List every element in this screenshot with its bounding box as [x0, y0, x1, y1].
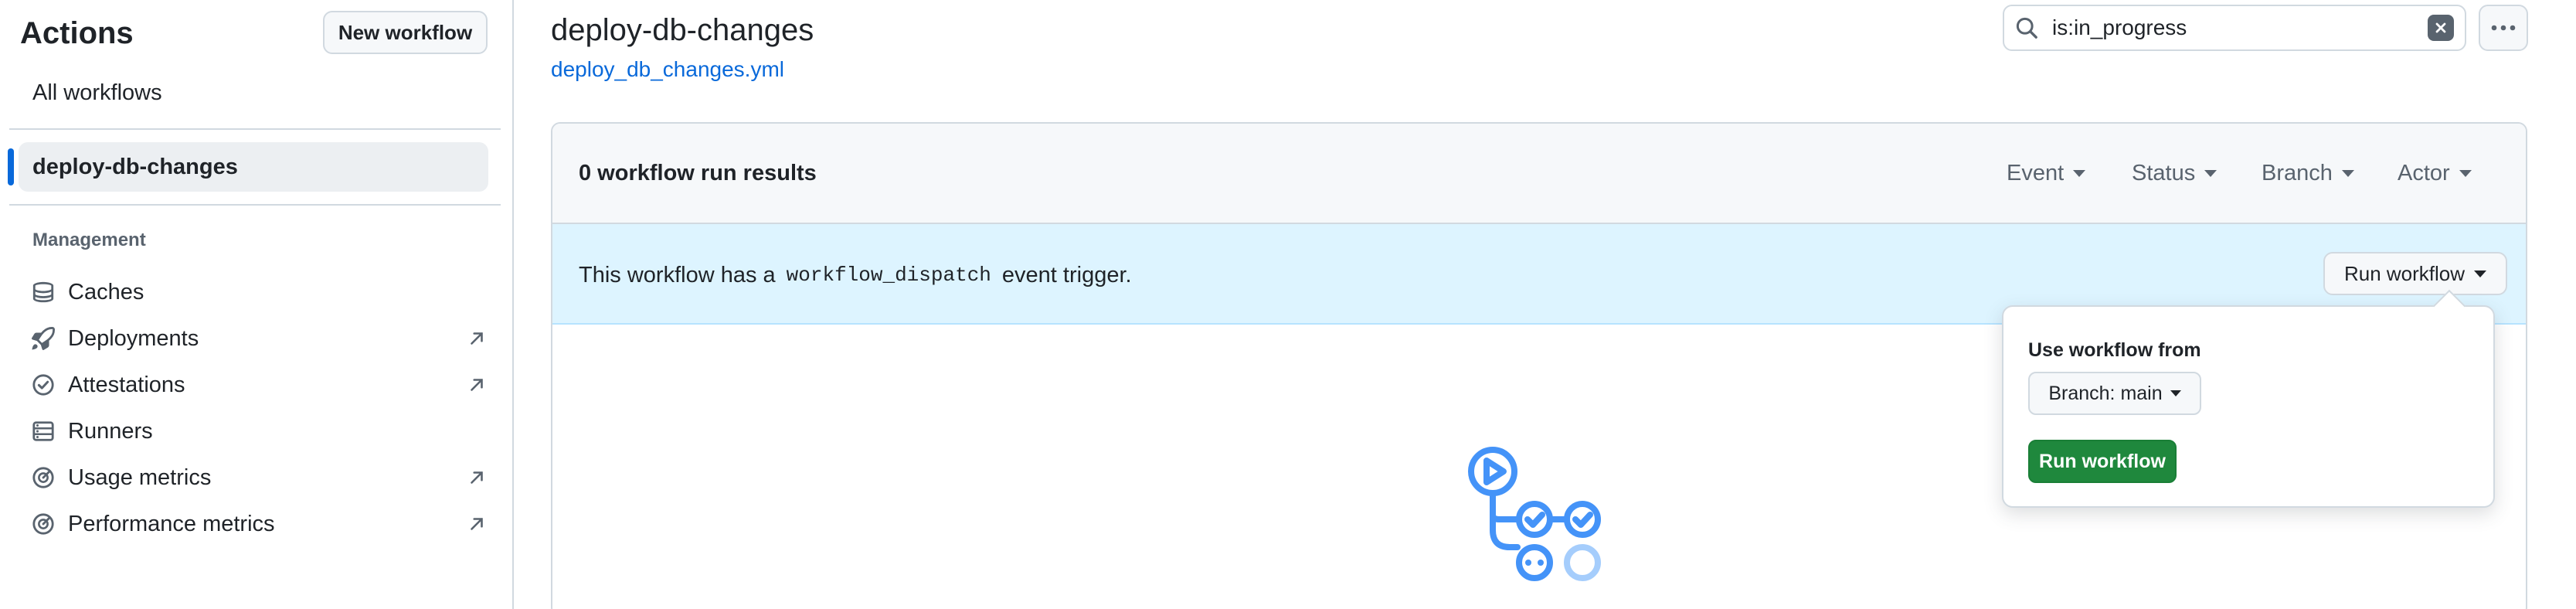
filter-label: Event: [2007, 161, 2065, 185]
run-workflow-label: Run workflow: [2343, 261, 2466, 285]
search-value: is:in_progress: [2052, 15, 2187, 39]
sidebar-title: Actions: [20, 16, 134, 50]
filter-label: Branch: [2262, 161, 2333, 185]
sidebar-item-label: Attestations: [68, 372, 185, 397]
sidebar-item-label: Runners: [68, 418, 153, 444]
rocket-icon: [31, 326, 56, 351]
more-options-button[interactable]: [2479, 5, 2528, 51]
page-title: deploy-db-changes: [551, 13, 814, 47]
sidebar-item-caches[interactable]: Caches: [31, 274, 487, 311]
popover-label: Use workflow from: [2028, 339, 2201, 361]
branch-label: Branch: main: [2048, 382, 2163, 404]
filter-label: Status: [2132, 161, 2196, 185]
caret-down-icon: [2459, 169, 2472, 177]
sidebar-item-usage-metrics[interactable]: Usage metrics: [31, 459, 487, 496]
active-indicator: [8, 148, 14, 185]
meter-icon: [31, 465, 56, 490]
close-icon: [2435, 22, 2446, 33]
sidebar-item-all-workflows[interactable]: All workflows: [32, 79, 162, 107]
run-workflow-popover: Use workflow from Branch: main Run workf…: [2002, 305, 2495, 508]
event-filter[interactable]: Event: [2007, 158, 2086, 189]
sidebar-item-label: Deployments: [68, 325, 199, 351]
sidebar-item-runners[interactable]: Runners: [31, 413, 487, 450]
banner-message: This workflow has a workflow_dispatch ev…: [579, 260, 1132, 291]
run-workflow-dropdown-button[interactable]: Run workflow: [2323, 252, 2507, 295]
sidebar-divider: [9, 204, 501, 206]
workflow-graph-icon: [1468, 447, 1601, 581]
run-workflow-submit-button[interactable]: Run workflow: [2028, 440, 2177, 483]
caret-down-icon: [2341, 169, 2354, 177]
clear-search-button[interactable]: [2428, 15, 2454, 41]
sidebar-item-performance-metrics[interactable]: Performance metrics: [31, 505, 487, 543]
external-link-icon: [471, 471, 483, 484]
management-heading: Management: [32, 230, 146, 250]
sidebar-item-attestations[interactable]: Attestations: [31, 366, 487, 403]
caret-down-icon: [2474, 270, 2487, 277]
banner-code: workflow_dispatch: [786, 264, 991, 287]
sidebar-item-active-label: deploy-db-changes: [32, 155, 238, 179]
caret-down-icon: [2170, 390, 2181, 396]
search-icon: [2016, 17, 2037, 39]
status-filter[interactable]: Status: [2132, 158, 2217, 189]
external-link-icon: [471, 332, 483, 345]
sidebar-item-deployments[interactable]: Deployments: [31, 320, 487, 357]
caret-down-icon: [2204, 169, 2217, 177]
actions-page: Actions New workflow All workflows deplo…: [0, 0, 2576, 609]
database-icon: [31, 280, 56, 304]
banner-prefix: This workflow has a: [579, 263, 776, 287]
filter-label: Actor: [2398, 161, 2450, 185]
sidebar-item-label: Performance metrics: [68, 511, 275, 536]
caret-down-icon: [2073, 169, 2086, 177]
external-link-icon: [471, 379, 483, 391]
branch-select-button[interactable]: Branch: main: [2028, 372, 2201, 415]
sidebar: Actions New workflow All workflows deplo…: [0, 0, 514, 609]
banner-suffix: event trigger.: [1001, 263, 1132, 287]
kebab-horizontal-icon: [2491, 25, 2516, 31]
results-count: 0 workflow run results: [579, 161, 817, 185]
actor-filter[interactable]: Actor: [2398, 158, 2472, 189]
server-icon: [31, 419, 56, 444]
sidebar-item-label: Usage metrics: [68, 464, 212, 490]
branch-filter[interactable]: Branch: [2262, 158, 2354, 189]
sidebar-item-label: Caches: [68, 279, 144, 304]
search-input[interactable]: is:in_progress: [2003, 5, 2466, 51]
meter-icon: [31, 512, 56, 536]
sidebar-divider: [9, 128, 501, 130]
results-header: 0 workflow run results Event Status Bran…: [552, 124, 2526, 224]
new-workflow-button[interactable]: New workflow: [323, 11, 488, 54]
external-link-icon: [471, 518, 483, 530]
verified-icon: [31, 373, 56, 397]
workflow-file-link[interactable]: deploy_db_changes.yml: [551, 56, 784, 83]
